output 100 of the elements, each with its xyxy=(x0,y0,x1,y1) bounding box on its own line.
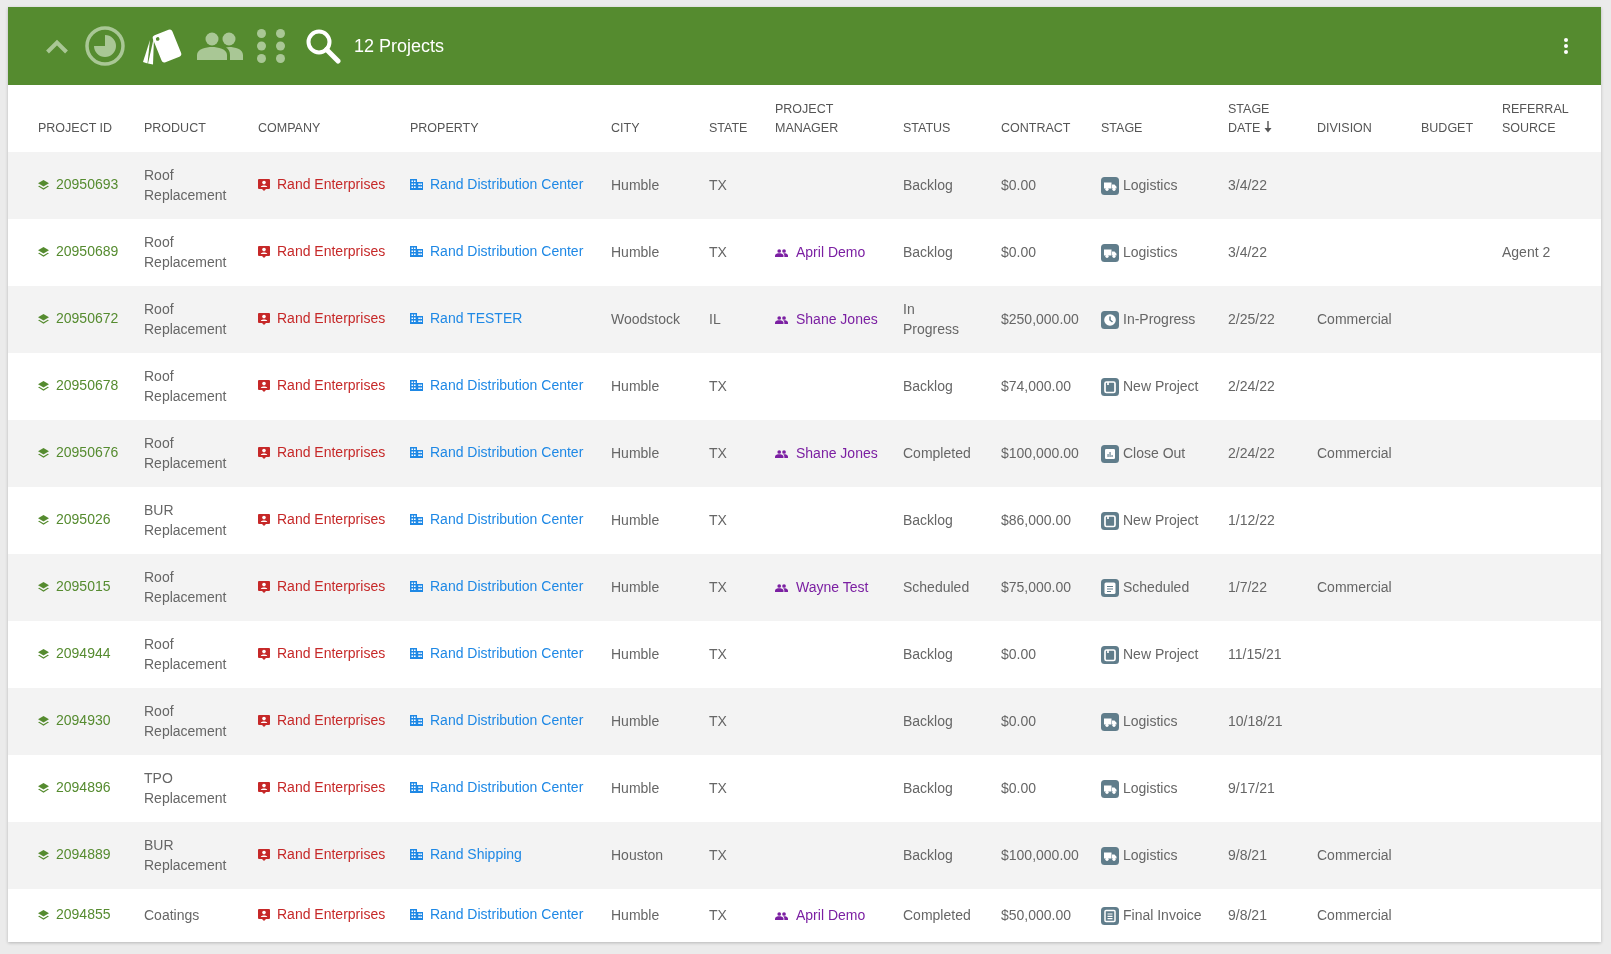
project-id-link[interactable]: 20950678 xyxy=(38,376,119,396)
property-link[interactable]: Rand Distribution Center xyxy=(410,376,584,396)
cell-text: Scheduled xyxy=(903,577,970,597)
cell-text: TX xyxy=(709,577,727,597)
building-icon xyxy=(410,246,423,258)
cell-text: TX xyxy=(709,175,727,195)
contact-icon xyxy=(258,178,270,191)
project-id-link[interactable]: 2094930 xyxy=(38,711,111,731)
cell-text: Completed xyxy=(903,905,971,925)
pie-chart-icon[interactable] xyxy=(85,26,125,66)
column-header[interactable]: DIVISION xyxy=(1317,119,1372,138)
cell-text: Roof Replacement xyxy=(144,568,228,607)
cell-text: $74,000.00 xyxy=(1001,376,1072,396)
cell-text: 3/4/22 xyxy=(1228,242,1267,262)
truck-icon xyxy=(1101,779,1119,798)
column-header[interactable]: PROPERTY xyxy=(410,119,479,138)
chevron-up-icon[interactable] xyxy=(45,38,69,54)
building-icon xyxy=(410,514,423,526)
property-link[interactable]: Rand Shipping xyxy=(410,845,522,865)
column-header[interactable]: STAGE DATE xyxy=(1228,100,1297,138)
layers-icon xyxy=(38,716,49,727)
company-link[interactable]: Rand Enterprises xyxy=(258,904,386,925)
stage-name: Logistics xyxy=(1123,712,1178,731)
project-id-link[interactable]: 2094855 xyxy=(38,905,111,925)
cell-text: Roof Replacement xyxy=(144,233,228,272)
more-menu-icon[interactable] xyxy=(1564,38,1568,54)
cell-text: $0.00 xyxy=(1001,778,1037,798)
project-id-link[interactable]: 20950693 xyxy=(38,175,119,195)
column-header[interactable]: COMPANY xyxy=(258,119,321,138)
project-id-link[interactable]: 20950672 xyxy=(38,309,119,329)
property-link[interactable]: Rand Distribution Center xyxy=(410,577,584,597)
cell-text: 9/17/21 xyxy=(1228,778,1275,798)
cell-text: Backlog xyxy=(903,711,953,731)
project-id-link[interactable]: 2095015 xyxy=(38,577,111,597)
cell-text: TX xyxy=(709,443,727,463)
cell-text: TX xyxy=(709,845,727,865)
cell-text: Coatings xyxy=(144,905,200,925)
column-header[interactable]: PRODUCT xyxy=(144,119,206,138)
cell-text: TX xyxy=(709,376,727,396)
column-header[interactable]: PROJECT ID xyxy=(38,119,113,138)
cell-text: Humble xyxy=(611,376,660,396)
cell-text: $50,000.00 xyxy=(1001,905,1072,925)
column-header[interactable]: PROJECT MANAGER xyxy=(775,100,883,138)
company-link[interactable]: Rand Enterprises xyxy=(258,643,386,664)
cell-text: 2/24/22 xyxy=(1228,443,1275,463)
project-id-link[interactable]: 2094944 xyxy=(38,644,111,664)
column-header[interactable]: STATE xyxy=(709,119,748,138)
column-header[interactable]: REFERRAL SOURCE xyxy=(1502,100,1581,138)
company-link[interactable]: Rand Enterprises xyxy=(258,375,386,396)
building-icon xyxy=(410,380,423,392)
manager-link[interactable]: April Demo xyxy=(775,905,866,926)
sort-icon[interactable] xyxy=(1263,121,1274,133)
layers-icon xyxy=(38,247,49,258)
layers-icon xyxy=(38,582,49,593)
project-id-link[interactable]: 20950676 xyxy=(38,443,119,463)
property-link[interactable]: Rand Distribution Center xyxy=(410,711,584,731)
property-link[interactable]: Rand Distribution Center xyxy=(410,443,584,463)
document-icon xyxy=(1101,906,1119,925)
company-link[interactable]: Rand Enterprises xyxy=(258,442,386,463)
column-header[interactable]: STATUS xyxy=(903,119,951,138)
project-id-link[interactable]: 2094889 xyxy=(38,845,111,865)
manager-link[interactable]: April Demo xyxy=(775,242,866,263)
building-icon xyxy=(410,782,423,794)
property-link[interactable]: Rand Distribution Center xyxy=(410,778,584,798)
project-id-link[interactable]: 20950689 xyxy=(38,242,119,262)
column-header[interactable]: CITY xyxy=(611,119,640,138)
cell-text: Commercial xyxy=(1317,577,1392,597)
company-link[interactable]: Rand Enterprises xyxy=(258,576,386,597)
property-link[interactable]: Rand Distribution Center xyxy=(410,510,584,530)
property-link[interactable]: Rand Distribution Center xyxy=(410,905,584,925)
building-icon xyxy=(410,648,423,660)
project-id-link[interactable]: 2094896 xyxy=(38,778,111,798)
company-link[interactable]: Rand Enterprises xyxy=(258,241,386,262)
cell-text: TX xyxy=(709,778,727,798)
manager-link[interactable]: Wayne Test xyxy=(775,577,869,598)
company-link[interactable]: Rand Enterprises xyxy=(258,710,386,731)
search-icon[interactable] xyxy=(305,28,341,64)
layers-icon xyxy=(38,515,49,526)
property-link[interactable]: Rand Distribution Center xyxy=(410,175,584,195)
dots-grid-icon[interactable] xyxy=(257,29,285,63)
cell-text: Humble xyxy=(611,242,660,262)
cell-text: TX xyxy=(709,711,727,731)
property-link[interactable]: Rand TESTER xyxy=(410,309,523,329)
property-link[interactable]: Rand Distribution Center xyxy=(410,242,584,262)
company-link[interactable]: Rand Enterprises xyxy=(258,509,386,530)
company-link[interactable]: Rand Enterprises xyxy=(258,844,386,865)
manager-link[interactable]: Shane Jones xyxy=(775,443,878,464)
company-link[interactable]: Rand Enterprises xyxy=(258,174,386,195)
people-icon[interactable] xyxy=(197,32,243,60)
manager-link[interactable]: Shane Jones xyxy=(775,309,878,330)
project-id-link[interactable]: 2095026 xyxy=(38,510,111,530)
building-icon xyxy=(410,909,423,921)
cell-text: Backlog xyxy=(903,510,953,530)
column-header[interactable]: STAGE xyxy=(1101,119,1143,138)
property-link[interactable]: Rand Distribution Center xyxy=(410,644,584,664)
company-link[interactable]: Rand Enterprises xyxy=(258,777,386,798)
layers-icon xyxy=(38,850,49,861)
company-link[interactable]: Rand Enterprises xyxy=(258,308,386,329)
column-header[interactable]: CONTRACT xyxy=(1001,119,1071,138)
layers-icon xyxy=(38,783,49,794)
